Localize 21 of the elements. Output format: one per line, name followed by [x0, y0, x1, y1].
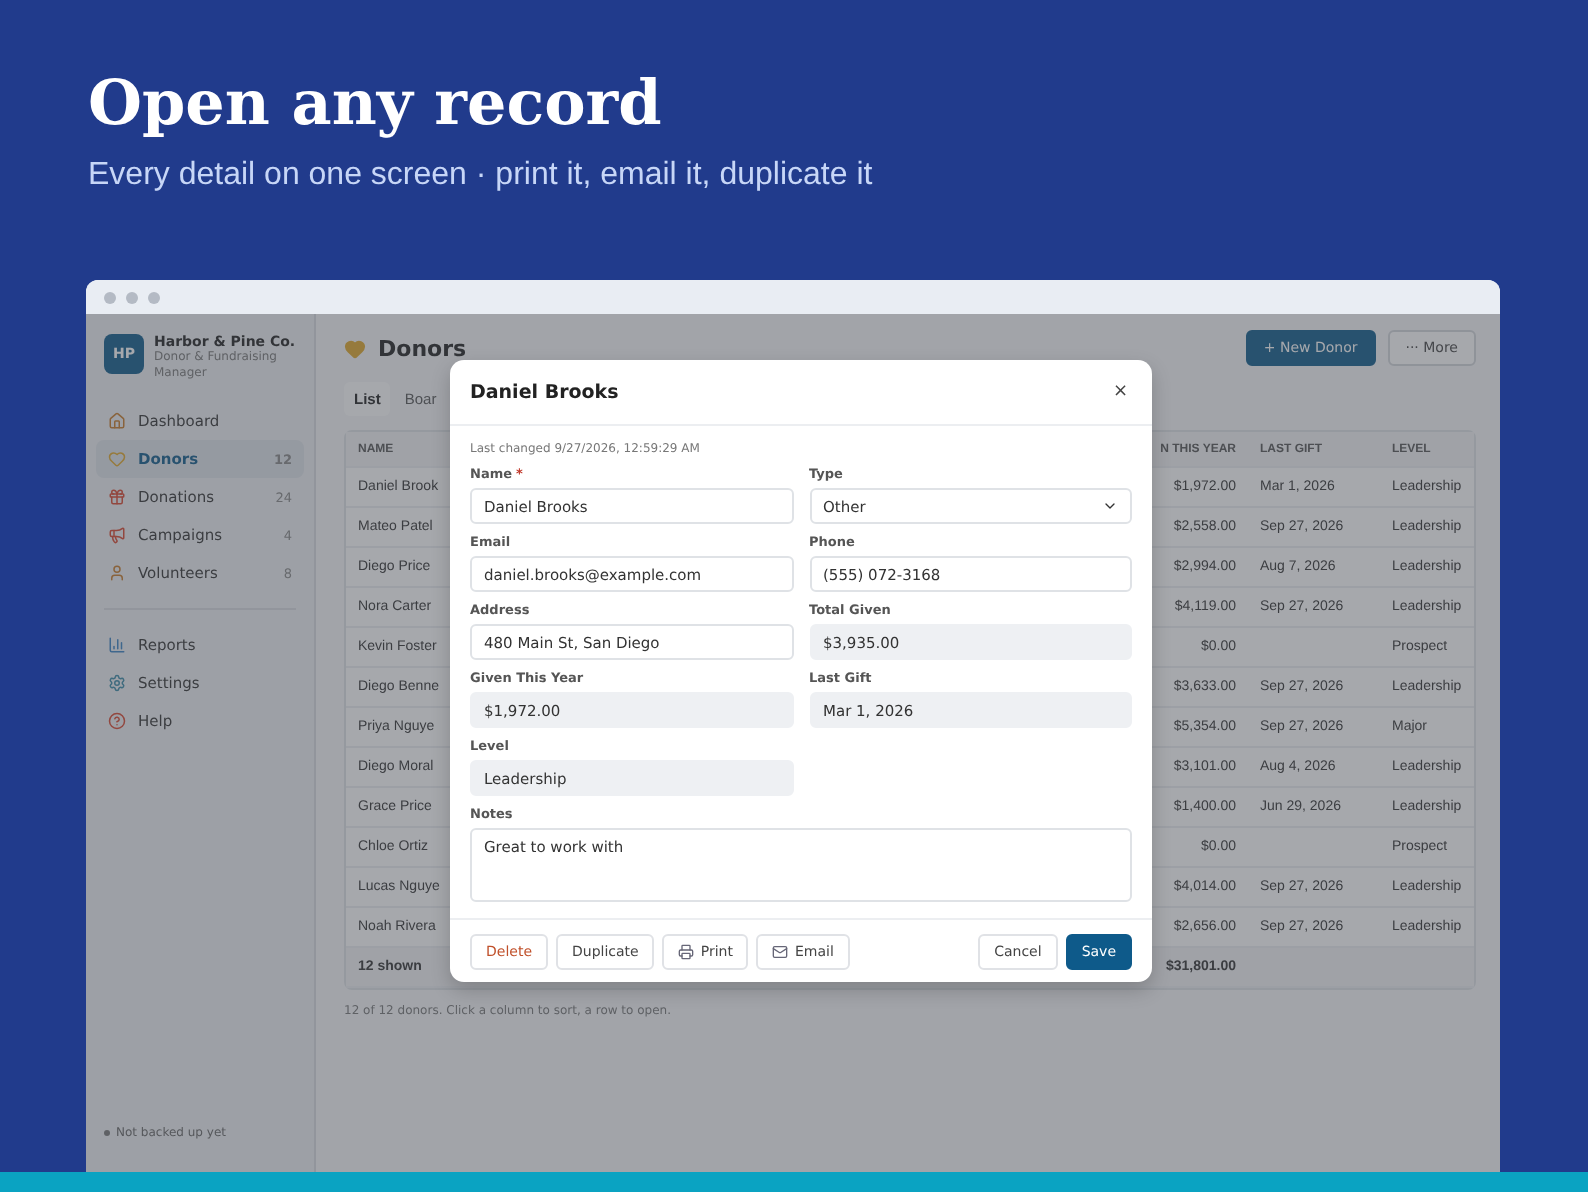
person-icon	[108, 564, 126, 582]
chevron-down-icon	[1102, 498, 1118, 514]
subheadline: Every detail on one screen · print it, email it, duplicate it	[88, 158, 875, 194]
heart-icon	[344, 337, 366, 359]
dialog-title: Daniel Brooks	[470, 381, 619, 403]
heart-icon	[108, 450, 126, 468]
close-button[interactable]: ×	[1108, 382, 1132, 402]
house-icon	[108, 412, 126, 430]
window-dot	[148, 291, 160, 303]
headline: Open any record	[88, 66, 664, 144]
help-icon	[108, 712, 126, 730]
megaphone-icon	[108, 526, 126, 544]
page-title: Donors	[378, 335, 469, 361]
printer-icon	[678, 944, 695, 960]
mail-icon	[772, 944, 789, 960]
settings-icon	[108, 674, 126, 692]
status-dot-icon	[104, 1130, 110, 1136]
gift-icon	[108, 488, 126, 506]
bar-chart-icon	[108, 636, 126, 654]
window-dot	[104, 291, 116, 303]
window-dot	[126, 291, 138, 303]
